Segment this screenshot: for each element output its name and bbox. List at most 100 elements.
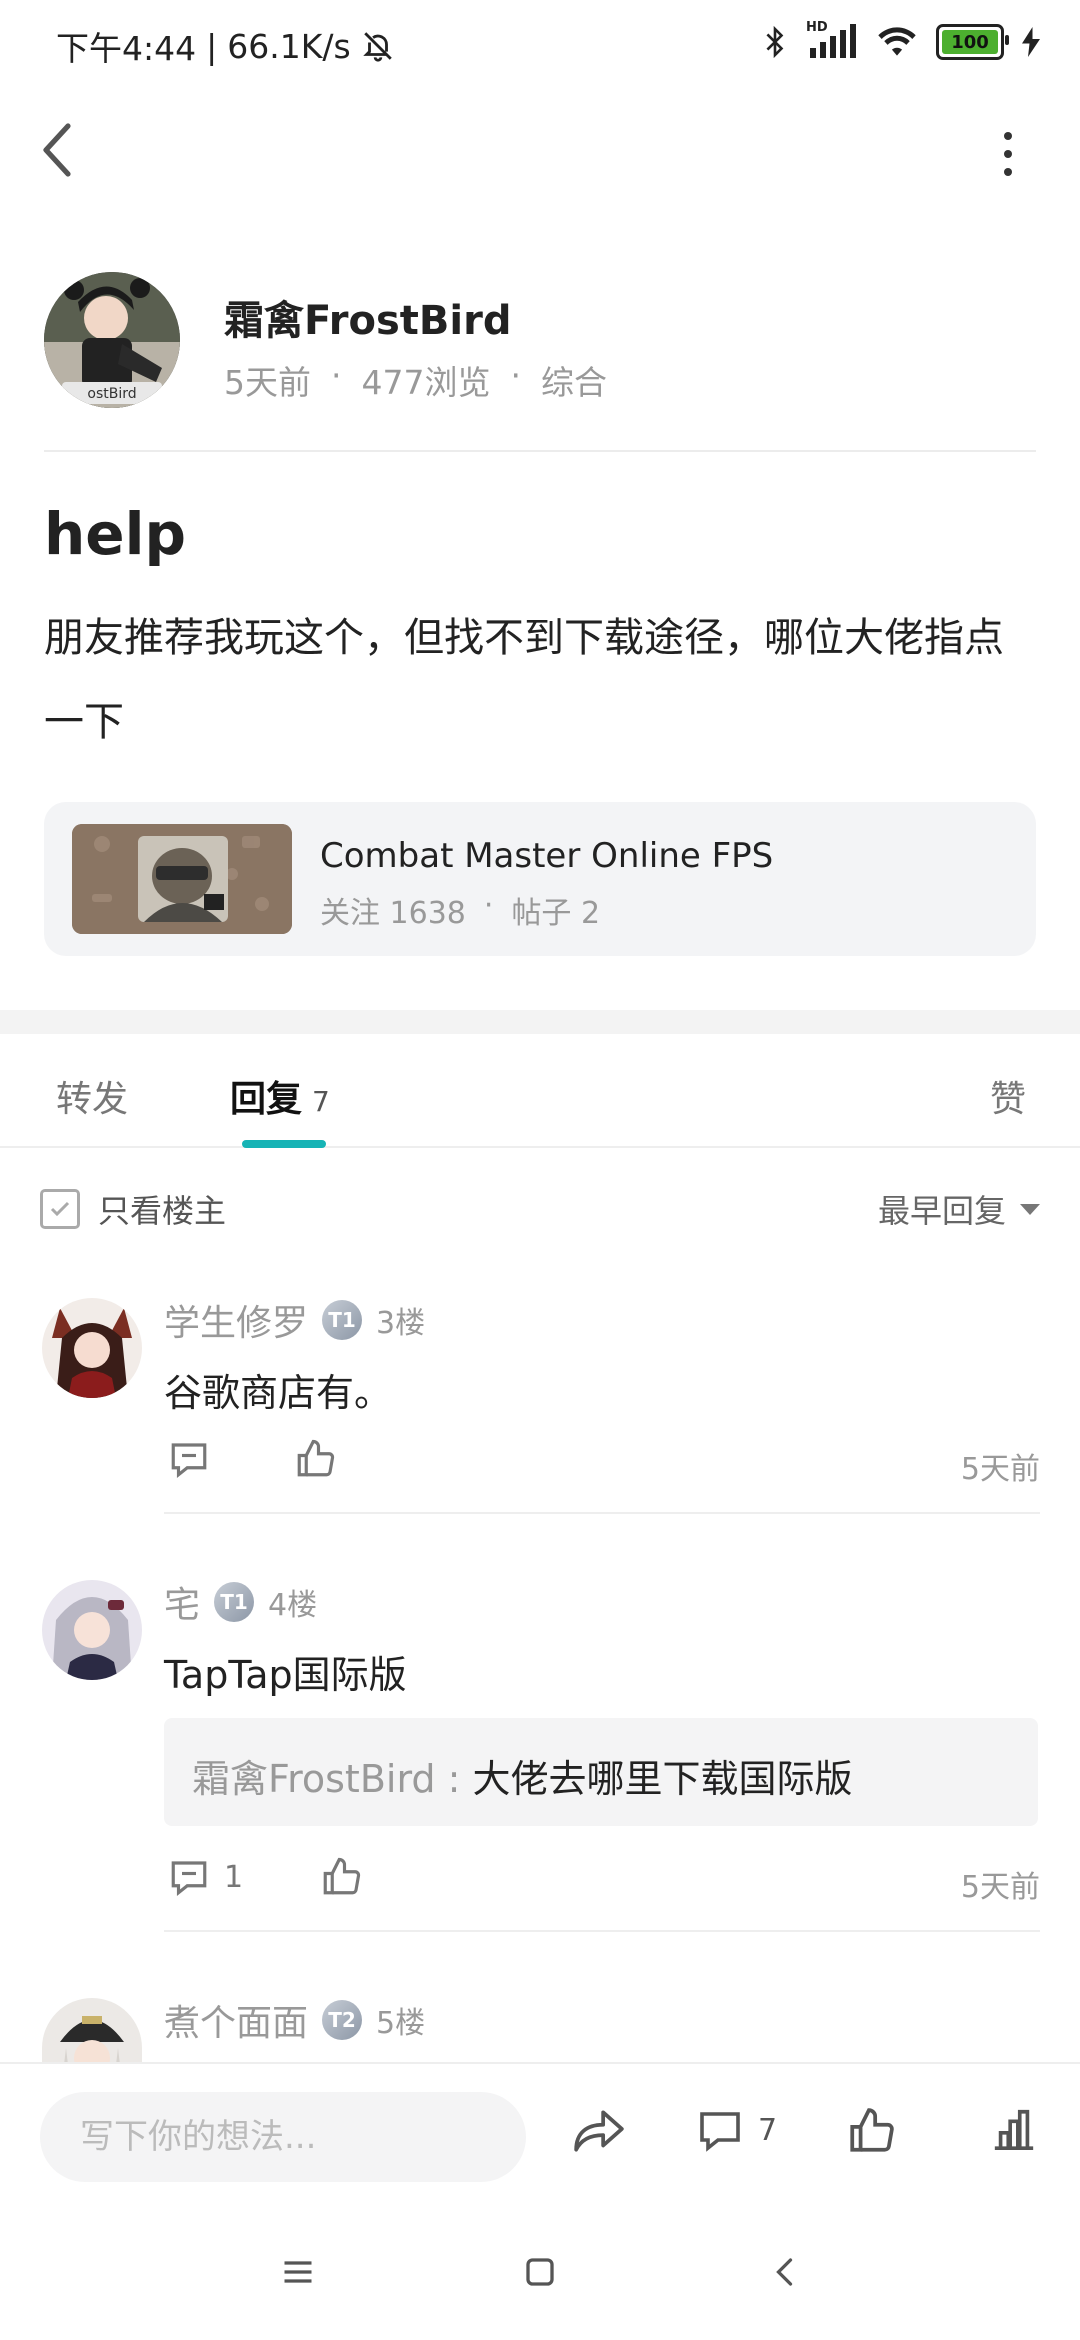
comment-divider — [164, 1512, 1040, 1514]
comment-author[interactable]: 学生修罗 T1 3楼 — [164, 1294, 425, 1346]
quote-separator: : — [447, 1757, 461, 1801]
game-post-count: 帖子 2 — [511, 896, 601, 931]
game-name: Combat Master Online FPS — [320, 836, 774, 876]
hd-label: HD — [806, 20, 828, 35]
comment-time: 5天前 — [960, 1452, 1040, 1487]
nav-home-button[interactable] — [522, 2252, 558, 2296]
bottom-action-bar: 7 — [0, 2062, 1080, 2214]
comment-actions: 1 5天前 — [164, 1850, 1040, 1910]
signal-icon: HD — [806, 20, 858, 60]
post-views: 477浏览 — [361, 363, 491, 402]
comment-reply-button[interactable]: 1 — [168, 1856, 243, 1898]
more-options-button[interactable] — [990, 126, 1026, 182]
game-card[interactable]: Combat Master Online FPS 关注 1638 · 帖子 2 — [44, 802, 1036, 956]
active-tab-indicator — [242, 1140, 326, 1148]
level-badge-icon: T1 — [322, 1300, 363, 1340]
comment-reply-count: 1 — [224, 1859, 244, 1895]
nav-menu-button[interactable] — [280, 2252, 316, 2296]
comment-icon — [171, 1443, 207, 1479]
tab-like[interactable]: 赞 — [990, 1070, 1026, 1122]
status-left: 下午4:44 | 66.1K/s — [56, 22, 395, 70]
section-divider — [0, 1010, 1080, 1034]
comment-divider — [164, 1930, 1040, 1932]
comment-icon — [171, 1861, 207, 1897]
comment-author-name: 煮个面面 — [164, 2003, 309, 2044]
post-title: help — [44, 500, 187, 568]
only-op-toggle[interactable]: 只看楼主 — [40, 1186, 226, 1232]
chevron-left-icon — [776, 2258, 793, 2286]
comment-actions: 5天前 — [164, 1432, 1040, 1492]
svg-text:ostBird: ostBird — [87, 386, 136, 402]
thumbs-up-icon — [323, 1857, 361, 1895]
comment-time: 5天前 — [960, 1870, 1040, 1905]
tab-bar: 转发 回复 7 赞 — [0, 1034, 1080, 1148]
check-icon — [50, 1201, 70, 1217]
comment-text: TapTap国际版 — [164, 1653, 407, 1697]
comment-author-name: 学生修罗 — [164, 1303, 309, 1344]
game-stats: 关注 1638 · 帖子 2 — [320, 888, 600, 932]
quote-author: 霜禽FrostBird — [192, 1757, 436, 1801]
author-avatar[interactable]: ostBird — [44, 272, 180, 408]
comment-input[interactable] — [40, 2092, 526, 2182]
nav-back-button[interactable] — [768, 2252, 804, 2296]
comment-author[interactable]: 煮个面面 T2 5楼 — [164, 1994, 425, 2046]
share-button[interactable] — [572, 2106, 626, 2156]
system-nav-bar — [0, 2214, 1080, 2340]
only-op-checkbox[interactable] — [40, 1189, 80, 1229]
comment-like-button[interactable] — [294, 1438, 336, 1480]
like-button[interactable] — [846, 2106, 896, 2156]
back-button[interactable] — [38, 118, 86, 182]
comment-author[interactable]: 宅 T1 4楼 — [164, 1576, 317, 1628]
comments-button[interactable]: 7 — [696, 2106, 777, 2154]
game-follow-count: 关注 1638 — [320, 896, 466, 931]
comment-icon — [700, 2112, 740, 2152]
game-thumbnail — [72, 824, 292, 934]
battery-level: 100 — [951, 31, 989, 53]
comment-floor: 3楼 — [376, 1306, 426, 1341]
tab-repost[interactable]: 转发 — [56, 1070, 128, 1122]
tab-reply-label: 回复 — [230, 1079, 303, 1120]
caret-down-icon — [1020, 1203, 1040, 1215]
comment-floor: 5楼 — [376, 2006, 426, 2041]
sort-dropdown[interactable]: 最早回复 — [878, 1186, 1040, 1232]
comment-avatar[interactable] — [42, 1998, 142, 2062]
comment-count: 7 — [758, 2112, 778, 2148]
share-icon — [574, 2110, 624, 2152]
comment-author-name: 宅 — [164, 1585, 201, 1626]
comment-avatar[interactable] — [42, 1580, 142, 1680]
sort-label: 最早回复 — [877, 1192, 1006, 1230]
post-body: 朋友推荐我玩这个，但找不到下载途径，哪位大佬指点一下 — [44, 615, 1004, 745]
bell-off-icon — [362, 32, 392, 62]
comment-avatar[interactable] — [42, 1298, 142, 1398]
status-separator: | — [206, 26, 218, 66]
status-net-speed: 66.1K/s — [227, 26, 351, 66]
comment-text: 谷歌商店有。 — [164, 1371, 393, 1415]
quote-text: 大佬去哪里下载国际版 — [472, 1757, 853, 1801]
level-badge-icon: T2 — [322, 2000, 363, 2040]
thumbs-up-icon — [297, 1439, 335, 1477]
stats-separator: · — [483, 888, 494, 923]
meta-separator: · — [510, 356, 522, 395]
tab-reply-count: 7 — [312, 1085, 330, 1118]
comment-like-button[interactable] — [320, 1856, 362, 1898]
stats-button[interactable] — [990, 2106, 1038, 2152]
quoted-reply[interactable]: 霜禽FrostBird : 大佬去哪里下载国际版 — [164, 1718, 1038, 1826]
bluetooth-icon — [766, 25, 784, 59]
battery-icon: 100 — [936, 24, 1009, 60]
wifi-icon — [878, 27, 916, 56]
status-time: 下午4:44 — [56, 29, 197, 68]
author-name[interactable]: 霜禽FrostBird — [224, 288, 511, 346]
filter-row: 只看楼主 最早回复 — [0, 1178, 1080, 1234]
menu-icon — [284, 2261, 312, 2283]
tab-reply[interactable]: 回复 7 — [230, 1070, 330, 1122]
level-badge-icon: T1 — [214, 1582, 255, 1622]
comment-reply-button[interactable] — [168, 1438, 210, 1480]
square-icon — [526, 2258, 554, 2286]
meta-separator: · — [331, 356, 342, 395]
comment-floor: 4楼 — [268, 1588, 318, 1623]
bar-chart-icon — [994, 2109, 1034, 2150]
post-time: 5天前 — [224, 363, 311, 402]
status-right: HD 100 — [762, 20, 1040, 60]
author-divider — [44, 450, 1036, 452]
post-category[interactable]: 综合 — [541, 356, 607, 404]
